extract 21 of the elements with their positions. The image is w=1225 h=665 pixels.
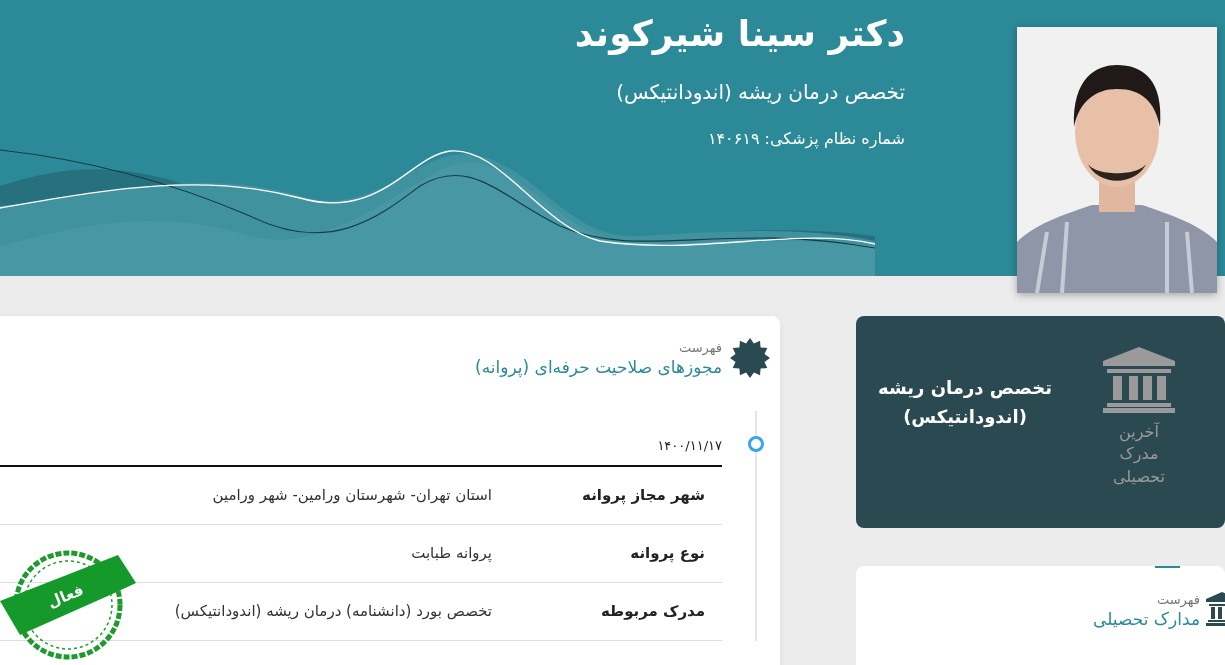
field-value: استان تهران- شهرستان ورامین- شهر ورامین — [212, 486, 492, 505]
section-title: مجوزهای صلاحیت حرفه‌ای (پروانه) — [475, 356, 722, 378]
field-label: مدرک مربوطه — [600, 602, 705, 621]
degree-label: آخرین مدرک تحصیلی — [1111, 421, 1167, 488]
doctor-specialty: تخصص درمان ریشه (اندودانتیکس) — [615, 79, 905, 107]
section-caption: فهرست — [677, 340, 722, 356]
field-label: نوع پروانه — [630, 544, 705, 563]
status-stamp-text: فعال — [45, 580, 87, 612]
degree-title: تخصص درمان ریشه (اندودانتیکس) — [877, 376, 1053, 430]
section-title: مدارک تحصیلی — [1093, 608, 1200, 630]
timeline-dot — [748, 436, 764, 452]
field-label: شهر مجاز پروانه — [582, 486, 705, 505]
field-value: تخصص بورد (دانشنامه) درمان ریشه (اندودانتیکس) — [174, 602, 492, 621]
bank-icon — [1103, 347, 1175, 413]
badge-icon — [730, 338, 770, 378]
accent-bar — [1155, 566, 1180, 568]
entry-date: ۱۴۰۰/۱۱/۱۷ — [657, 438, 722, 453]
section-caption: فهرست — [1155, 592, 1200, 608]
license-number: شماره نظام پزشکی: ۱۴۰۶۱۹ — [706, 128, 905, 151]
field-value: پروانه طبابت — [411, 544, 492, 563]
doctor-name: دکتر سینا شیرکوند — [574, 12, 905, 56]
